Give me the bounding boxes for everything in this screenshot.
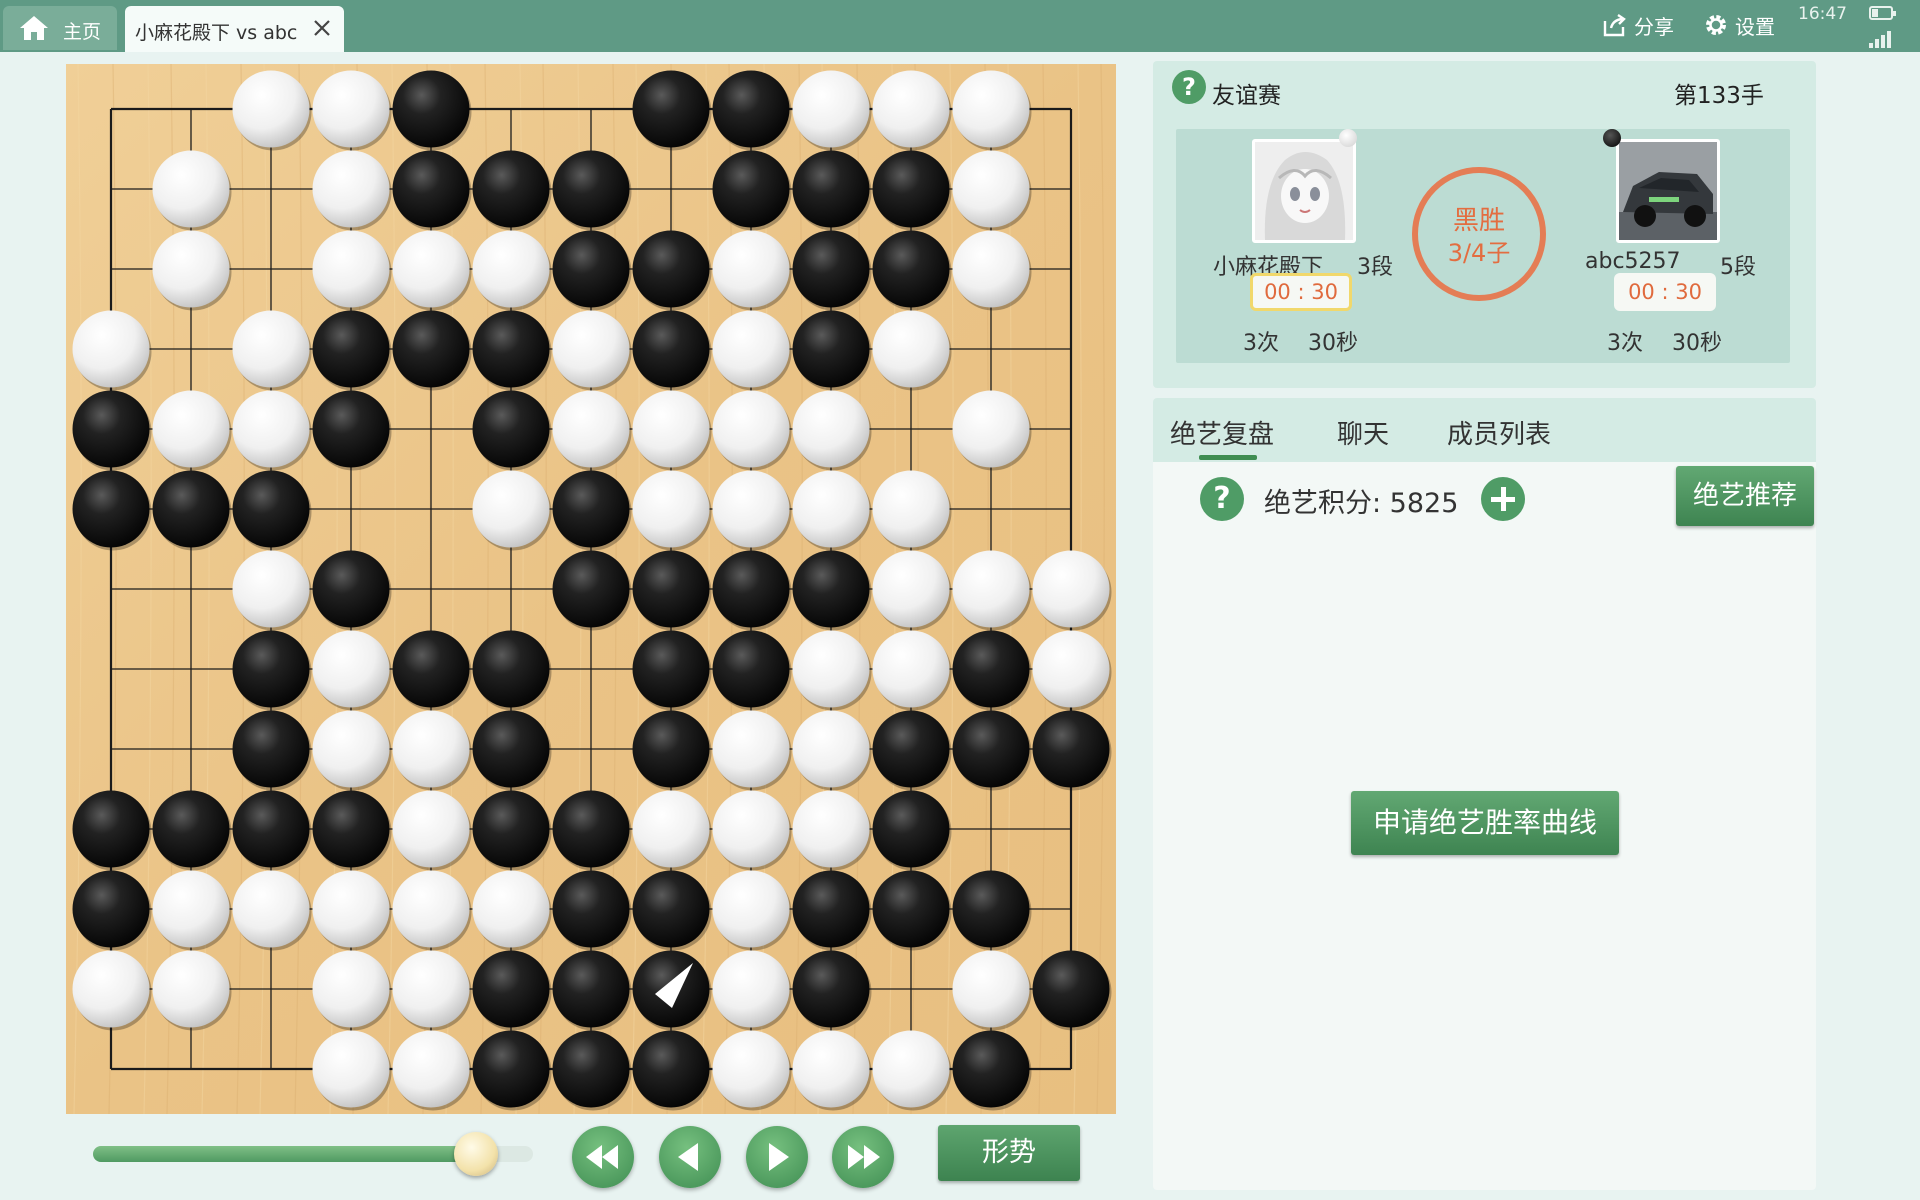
car-avatar-icon [1619, 142, 1717, 240]
double-right-icon [848, 1145, 880, 1169]
players-card: 小麻花殿下 3段 00 : 30 3次 30秒 黑胜 3/4子 abc5257 … [1176, 129, 1790, 363]
ai-recommend-button[interactable]: 绝艺推荐 [1676, 466, 1814, 526]
close-icon[interactable] [311, 17, 333, 39]
black-player-rank: 3段 [1357, 255, 1393, 280]
white-stone-icon [1339, 129, 1357, 147]
white-player-rank: 5段 [1720, 255, 1756, 280]
first-move-button[interactable] [572, 1126, 634, 1188]
settings-label: 设置 [1735, 14, 1775, 39]
active-tab-indicator [1199, 455, 1257, 460]
settings-button[interactable]: 设置 [1703, 10, 1775, 40]
tab-members[interactable]: 成员列表 [1447, 414, 1551, 451]
next-move-button[interactable] [746, 1126, 808, 1188]
black-player-timer: 00 : 30 [1250, 273, 1352, 311]
ai-score: 绝艺积分: 5825 [1264, 488, 1459, 519]
move-slider[interactable] [93, 1132, 533, 1176]
share-label: 分享 [1634, 14, 1674, 39]
tab-ai-review[interactable]: 绝艺复盘 [1170, 414, 1274, 451]
match-info-panel: ? 友谊赛 第133手 小麻花殿下 3段 00 : 30 3次 30秒 黑胜 3… [1153, 61, 1816, 388]
home-icon [20, 16, 48, 40]
result-winner: 黑胜 [1452, 206, 1505, 236]
anime-girl-avatar-icon [1255, 142, 1353, 240]
battery-icon [1869, 6, 1896, 20]
top-tab-bar: 主页 小麻花殿下 vs abc 分享 设置 16:47 [0, 0, 1920, 52]
white-byoyomi-count: 3次 [1607, 331, 1643, 356]
black-player-avatar[interactable] [1252, 139, 1356, 243]
help-icon[interactable]: ? [1172, 70, 1206, 104]
battery-fill [1872, 9, 1879, 17]
double-left-icon [586, 1145, 618, 1169]
white-byoyomi-seconds: 30秒 [1672, 331, 1722, 356]
share-icon [1603, 14, 1626, 37]
review-panel: 绝艺复盘 聊天 成员列表 ? 绝艺积分: 5825 绝艺推荐 申请绝艺胜率曲线 [1153, 398, 1816, 1190]
black-byoyomi-count: 3次 [1243, 331, 1279, 356]
review-help-icon[interactable]: ? [1200, 477, 1244, 521]
black-stone-icon [1603, 129, 1621, 147]
move-count: 第133手 [1674, 83, 1764, 109]
home-tab-label: 主页 [63, 21, 102, 43]
white-player-avatar[interactable] [1616, 139, 1720, 243]
situation-button[interactable]: 形势 [938, 1125, 1080, 1181]
move-slider-thumb[interactable] [453, 1132, 498, 1176]
game-tab-label: 小麻花殿下 vs abc [135, 22, 298, 44]
add-score-button[interactable] [1481, 477, 1525, 521]
prev-move-button[interactable] [659, 1126, 721, 1188]
last-move-button[interactable] [832, 1126, 894, 1188]
go-board[interactable] [66, 64, 1116, 1114]
move-slider-fill [93, 1146, 476, 1162]
tab-strip: 绝艺复盘 聊天 成员列表 [1153, 398, 1816, 462]
result-seal: 黑胜 3/4子 [1412, 167, 1546, 301]
black-byoyomi-seconds: 30秒 [1308, 331, 1358, 356]
apply-winrate-curve-button[interactable]: 申请绝艺胜率曲线 [1351, 791, 1619, 855]
share-button[interactable]: 分享 [1602, 10, 1674, 40]
triangle-left-icon [678, 1143, 698, 1171]
tab-game[interactable]: 小麻花殿下 vs abc [125, 6, 344, 52]
white-player-timer: 00 : 30 [1614, 273, 1716, 311]
result-margin: 3/4子 [1447, 239, 1511, 267]
gear-icon [1706, 15, 1726, 35]
tab-home[interactable]: 主页 [3, 6, 117, 50]
signal-icon [1869, 30, 1895, 48]
triangle-right-icon [769, 1143, 789, 1171]
white-player-name: abc5257 [1585, 249, 1681, 274]
game-type: 友谊赛 [1212, 83, 1281, 109]
tab-chat[interactable]: 聊天 [1337, 414, 1389, 451]
status-clock: 16:47 [1798, 4, 1847, 24]
